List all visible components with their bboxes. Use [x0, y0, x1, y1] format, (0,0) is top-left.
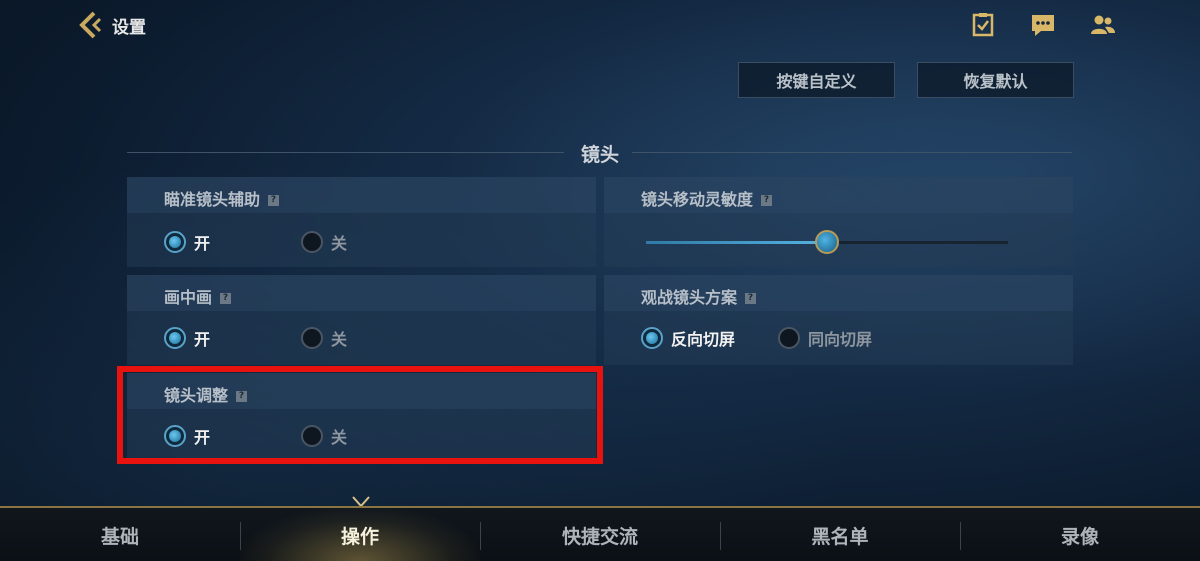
bottom-nav: 基础 操作 快捷交流 黑名单 录像 [0, 506, 1200, 561]
spectate-camera-title: 观战镜头方案? [641, 284, 757, 308]
radio-label: 开 [194, 428, 211, 447]
pip-off-radio[interactable]: 关 [301, 326, 347, 350]
clipboard-check-icon[interactable] [970, 12, 996, 38]
pip-on-radio[interactable]: 开 [164, 326, 210, 350]
camera-adjust-title: 镜头调整? [164, 382, 248, 406]
radio-label: 同向切屏 [808, 330, 873, 349]
radio-label: 关 [331, 428, 348, 447]
camera-adjust-label: 镜头调整 [164, 386, 229, 405]
help-icon[interactable]: ? [220, 293, 232, 304]
aim-assist-panel: 瞄准镜头辅助? 开 关 [127, 177, 596, 267]
spectate-camera-panel: 观战镜头方案? 反向切屏 同向切屏 [604, 275, 1073, 365]
camera-adjust-on-radio[interactable]: 开 [164, 424, 210, 448]
tab-quick-chat[interactable]: 快捷交流 [480, 508, 720, 561]
radio-label: 关 [331, 330, 348, 349]
spectate-reverse-radio[interactable]: 反向切屏 [641, 326, 735, 350]
radio-selected-icon [164, 327, 186, 349]
slider-handle[interactable] [815, 230, 839, 254]
radio-selected-icon [164, 231, 186, 253]
slider-fill [646, 241, 827, 244]
pip-panel: 画中画? 开 关 [127, 275, 596, 365]
radio-unselected-icon [778, 327, 800, 349]
radio-unselected-icon [301, 231, 323, 253]
tab-blacklist[interactable]: 黑名单 [720, 508, 960, 561]
radio-label: 开 [194, 330, 211, 349]
camera-adjust-off-radio[interactable]: 关 [301, 424, 347, 448]
camera-sensitivity-slider[interactable] [646, 230, 1008, 254]
spectate-same-radio[interactable]: 同向切屏 [778, 326, 872, 350]
camera-sensitivity-panel: 镜头移动灵敏度? [604, 177, 1073, 267]
top-bar: 设置 [0, 0, 1200, 52]
friends-icon[interactable] [1090, 12, 1116, 38]
tab-replay[interactable]: 录像 [960, 508, 1200, 561]
tab-controls[interactable]: 操作 [240, 508, 480, 561]
aim-assist-off-radio[interactable]: 关 [301, 230, 347, 254]
help-icon[interactable]: ? [268, 195, 280, 206]
radio-unselected-icon [301, 327, 323, 349]
radio-unselected-icon [301, 425, 323, 447]
section-divider-left [127, 152, 564, 153]
custom-keys-button[interactable]: 按键自定义 [738, 62, 895, 98]
camera-sensitivity-label: 镜头移动灵敏度 [641, 190, 754, 209]
help-icon[interactable]: ? [745, 293, 757, 304]
spectate-camera-label: 观战镜头方案 [641, 288, 738, 307]
radio-label: 关 [331, 234, 348, 253]
section-divider-right [632, 152, 1072, 153]
help-icon[interactable]: ? [761, 195, 773, 206]
radio-selected-icon [641, 327, 663, 349]
pip-title: 画中画? [164, 284, 232, 308]
aim-assist-on-radio[interactable]: 开 [164, 230, 210, 254]
tab-basic[interactable]: 基础 [0, 508, 240, 561]
back-button[interactable]: 设置 [78, 10, 146, 40]
chat-icon[interactable] [1030, 12, 1056, 38]
radio-selected-icon [164, 425, 186, 447]
section-title: 镜头 [580, 144, 619, 166]
camera-adjust-panel: 镜头调整? 开 关 [127, 373, 596, 459]
aim-assist-label: 瞄准镜头辅助 [164, 190, 261, 209]
aim-assist-title: 瞄准镜头辅助? [164, 186, 280, 210]
page-title: 设置 [112, 17, 146, 38]
pip-label: 画中画 [164, 288, 213, 307]
camera-sensitivity-title: 镜头移动灵敏度? [641, 186, 773, 210]
back-arrow-icon [79, 11, 102, 39]
radio-label: 开 [194, 234, 211, 253]
radio-label: 反向切屏 [671, 330, 736, 349]
restore-default-button[interactable]: 恢复默认 [917, 62, 1074, 98]
help-icon[interactable]: ? [236, 391, 248, 402]
